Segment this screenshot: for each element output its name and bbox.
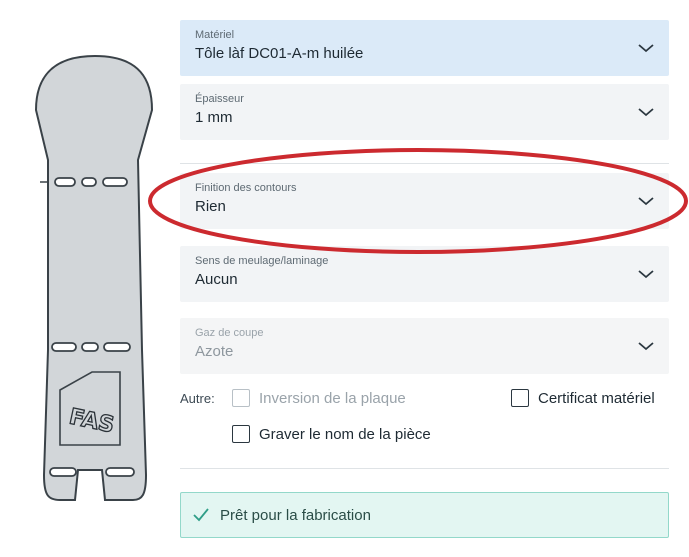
cutting-gas-select: Gaz de coupe Azote xyxy=(180,318,669,374)
section-divider xyxy=(180,163,669,164)
material-label: Matériel xyxy=(195,29,235,41)
chevron-down-icon[interactable] xyxy=(637,265,655,283)
thickness-select[interactable]: Épaisseur 1 mm xyxy=(180,84,669,140)
material-certificate-checkbox[interactable]: Certificat matériel xyxy=(511,389,655,407)
material-value: Tôle làf DC01-A-m huilée xyxy=(195,45,364,62)
checkbox-box[interactable] xyxy=(232,425,250,443)
flip-plate-checkbox: Inversion de la plaque xyxy=(232,389,406,407)
part-preview: FAS xyxy=(34,54,154,501)
material-certificate-label: Certificat matériel xyxy=(538,389,655,407)
chevron-down-icon[interactable] xyxy=(637,39,655,57)
checkbox-box xyxy=(232,389,250,407)
cutting-gas-value: Azote xyxy=(195,343,234,360)
chevron-down-icon[interactable] xyxy=(637,192,655,210)
ready-status-banner: Prêt pour la fabrication xyxy=(180,492,669,538)
material-select[interactable]: Matériel Tôle làf DC01-A-m huilée xyxy=(180,20,669,76)
cutting-gas-label: Gaz de coupe xyxy=(195,327,264,339)
engrave-part-name-label: Graver le nom de la pièce xyxy=(259,425,431,443)
chevron-down-icon xyxy=(638,342,654,351)
check-icon xyxy=(193,508,209,522)
thickness-label: Épaisseur xyxy=(195,93,244,105)
section-divider xyxy=(180,468,669,469)
grinding-direction-label: Sens de meulage/laminage xyxy=(195,255,329,267)
engrave-part-name-checkbox[interactable]: Graver le nom de la pièce xyxy=(232,425,431,443)
flip-plate-label: Inversion de la plaque xyxy=(259,389,406,407)
checkbox-box[interactable] xyxy=(511,389,529,407)
edge-finish-label: Finition des contours xyxy=(195,182,297,194)
grinding-direction-value: Aucun xyxy=(195,271,238,288)
edge-finish-select[interactable]: Finition des contours Rien xyxy=(180,173,669,229)
edge-finish-value: Rien xyxy=(195,198,226,215)
ready-status-text: Prêt pour la fabrication xyxy=(220,506,371,524)
chevron-down-icon[interactable] xyxy=(637,103,655,121)
grinding-direction-select[interactable]: Sens de meulage/laminage Aucun xyxy=(180,246,669,302)
thickness-value: 1 mm xyxy=(195,109,233,126)
other-options-label: Autre: xyxy=(180,391,215,406)
